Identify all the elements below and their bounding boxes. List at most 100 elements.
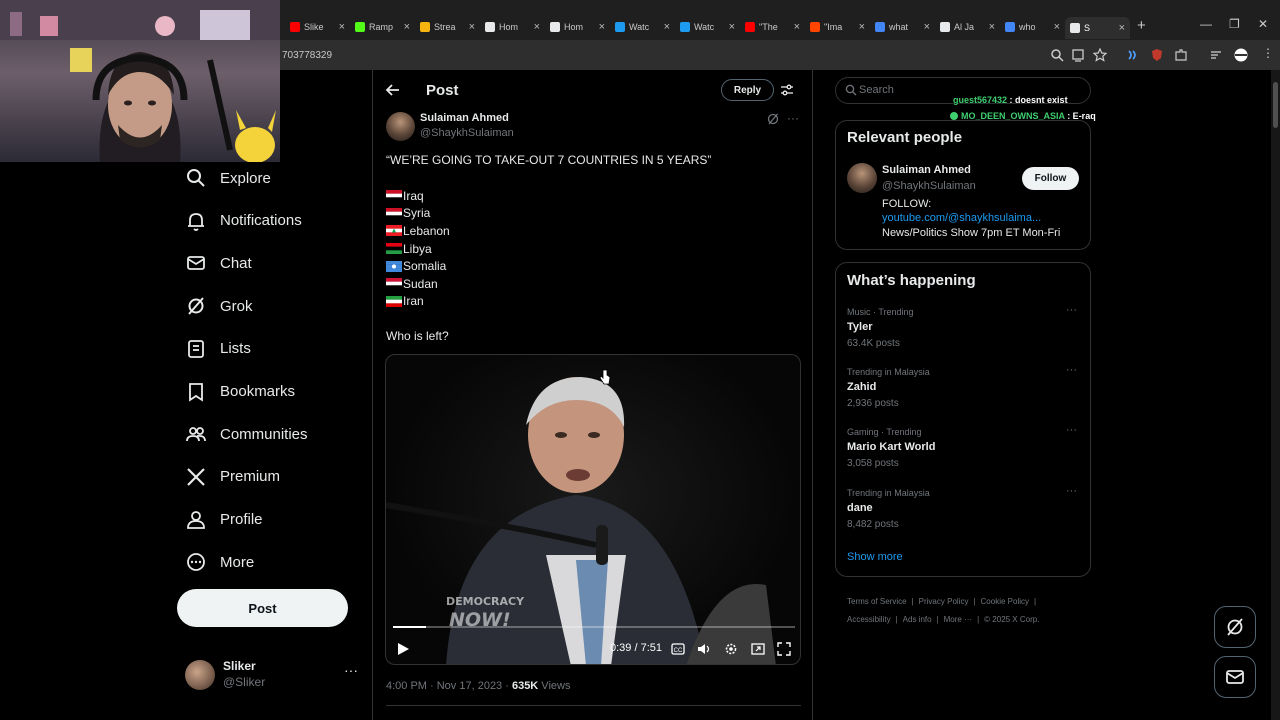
browser-tab[interactable]: Hom × — [480, 17, 545, 37]
nav-item-explore[interactable]: Explore — [185, 164, 271, 192]
url-text[interactable]: 703778329 — [282, 50, 332, 61]
browser-menu-icon[interactable]: ⋮ — [1262, 46, 1276, 60]
back-arrow-icon[interactable] — [385, 82, 401, 98]
nav-item-more[interactable]: More — [185, 548, 254, 576]
browser-tab[interactable]: "Ima × — [805, 17, 870, 37]
tab-close-icon[interactable]: × — [339, 21, 345, 33]
relevant-person-name[interactable]: Sulaiman Ahmed — [882, 164, 971, 176]
tab-close-icon[interactable]: × — [924, 21, 930, 33]
volume-icon[interactable] — [697, 642, 711, 656]
post-timestamp[interactable]: 4:00 PM · Nov 17, 2023 · — [386, 680, 512, 692]
nav-item-notifications[interactable]: Notifications — [185, 207, 302, 235]
country-item: Iran — [386, 293, 450, 311]
trend-more-icon[interactable]: ··· — [1066, 304, 1077, 316]
x-logo-icon — [187, 468, 205, 486]
account-switcher[interactable]: Sliker @Sliker ··· — [185, 658, 365, 692]
zoom-icon[interactable] — [1050, 48, 1064, 62]
video-player[interactable]: DEMOCRACY NOW! 0:39 / 7:51 CC — [385, 354, 801, 665]
bio-link[interactable]: youtube.com/@shaykhsulaima... — [882, 212, 1041, 224]
tab-close-icon[interactable]: × — [729, 21, 735, 33]
privacy-link[interactable]: Privacy Policy — [919, 597, 969, 606]
install-app-icon[interactable] — [1071, 48, 1085, 62]
bookmark-star-icon[interactable] — [1093, 48, 1107, 62]
video-progress-bar[interactable] — [393, 626, 795, 628]
media-control-icon[interactable] — [1209, 48, 1223, 62]
tab-close-icon[interactable]: × — [1119, 22, 1125, 34]
tab-close-icon[interactable]: × — [534, 21, 540, 33]
trend-item[interactable]: Gaming · Trending Mario Kart World 3,058 p… — [847, 424, 1083, 473]
browser-tab[interactable]: Watc × — [610, 17, 675, 37]
account-more-icon[interactable]: ··· — [344, 662, 358, 678]
trend-item[interactable]: Trending in Malaysia Zahid 2,936 posts ··· — [847, 364, 1083, 413]
follow-button[interactable]: Follow — [1022, 167, 1079, 190]
browser-tab[interactable]: Hom × — [545, 17, 610, 37]
browser-tab[interactable]: who × — [1000, 17, 1065, 37]
browser-tab[interactable]: Slike × — [285, 17, 350, 37]
browser-tab[interactable]: what × — [870, 17, 935, 37]
accessibility-link[interactable]: Accessibility — [847, 615, 891, 624]
favicon-icon — [810, 22, 820, 32]
trend-more-icon[interactable]: ··· — [1066, 485, 1077, 497]
avatar[interactable] — [847, 163, 877, 193]
browser-tab[interactable]: "The × — [740, 17, 805, 37]
tab-close-icon[interactable]: × — [469, 21, 475, 33]
nav-item-bookmarks[interactable]: Bookmarks — [185, 378, 295, 406]
page-scrollbar[interactable] — [1271, 70, 1280, 720]
grok-explain-icon[interactable] — [767, 113, 779, 125]
hand-cursor-icon — [599, 369, 611, 385]
trend-more-icon[interactable]: ··· — [1066, 364, 1077, 376]
nav-item-grok[interactable]: Grok — [185, 292, 253, 320]
fullscreen-icon[interactable] — [777, 642, 791, 656]
new-tab-button[interactable]: + — [1137, 17, 1146, 34]
nav-item-premium[interactable]: Premium — [185, 463, 280, 491]
grok-floating-button[interactable] — [1214, 606, 1256, 648]
relevant-person-handle[interactable]: @ShaykhSulaiman — [882, 180, 976, 192]
tab-close-icon[interactable]: × — [599, 21, 605, 33]
trend-item[interactable]: Trending in Malaysia dane 8,482 posts ··· — [847, 485, 1083, 534]
close-window-icon[interactable]: ✕ — [1258, 17, 1268, 31]
trend-item[interactable]: Music · Trending Tyler 63.4K posts ··· — [847, 304, 1083, 353]
video-settings-icon[interactable] — [724, 642, 738, 656]
author-handle[interactable]: @ShaykhSulaiman — [420, 127, 514, 139]
scrollbar-thumb[interactable] — [1273, 82, 1278, 128]
more-link[interactable]: More ··· — [944, 615, 972, 624]
browser-tab[interactable]: Watc × — [675, 17, 740, 37]
puzzle-icon[interactable] — [1174, 48, 1188, 62]
captions-icon[interactable]: CC — [671, 642, 685, 656]
filter-settings-icon[interactable] — [780, 83, 794, 97]
picture-in-picture-icon[interactable] — [751, 642, 765, 656]
messages-floating-button[interactable] — [1214, 656, 1256, 698]
nav-item-chat[interactable]: Chat — [185, 249, 252, 277]
tab-close-icon[interactable]: × — [859, 21, 865, 33]
play-icon[interactable] — [396, 642, 410, 656]
tab-close-icon[interactable]: × — [989, 21, 995, 33]
nav-item-profile[interactable]: Profile — [185, 506, 263, 534]
ads-info-link[interactable]: Ads info — [903, 615, 932, 624]
trend-more-icon[interactable]: ··· — [1066, 424, 1077, 436]
post-more-icon[interactable]: ··· — [787, 111, 799, 125]
browser-tab[interactable]: S × — [1065, 17, 1130, 39]
reply-button[interactable]: Reply — [721, 79, 774, 101]
tab-close-icon[interactable]: × — [794, 21, 800, 33]
profile-avatar-icon[interactable] — [1234, 48, 1248, 62]
tab-close-icon[interactable]: × — [404, 21, 410, 33]
author-name[interactable]: Sulaiman Ahmed — [420, 112, 509, 124]
author-avatar[interactable] — [386, 112, 415, 141]
adblock-icon[interactable] — [1150, 48, 1164, 62]
nav-item-lists[interactable]: Lists — [185, 335, 251, 363]
extension-icon[interactable] — [1126, 48, 1140, 62]
flag-sudan-icon — [386, 278, 402, 290]
nav-item-communities[interactable]: Communities — [185, 420, 308, 448]
tab-close-icon[interactable]: × — [664, 21, 670, 33]
tab-close-icon[interactable]: × — [1054, 21, 1060, 33]
favicon-icon — [940, 22, 950, 32]
show-more-link[interactable]: Show more — [847, 551, 903, 563]
minimize-icon[interactable]: — — [1200, 17, 1212, 31]
cookie-link[interactable]: Cookie Policy — [981, 597, 1029, 606]
post-compose-button[interactable]: Post — [177, 589, 348, 627]
browser-tab[interactable]: Strea × — [415, 17, 480, 37]
terms-link[interactable]: Terms of Service — [847, 597, 907, 606]
restore-icon[interactable]: ❐ — [1229, 17, 1240, 31]
browser-tab[interactable]: Al Ja × — [935, 17, 1000, 37]
browser-tab[interactable]: Ramp × — [350, 17, 415, 37]
